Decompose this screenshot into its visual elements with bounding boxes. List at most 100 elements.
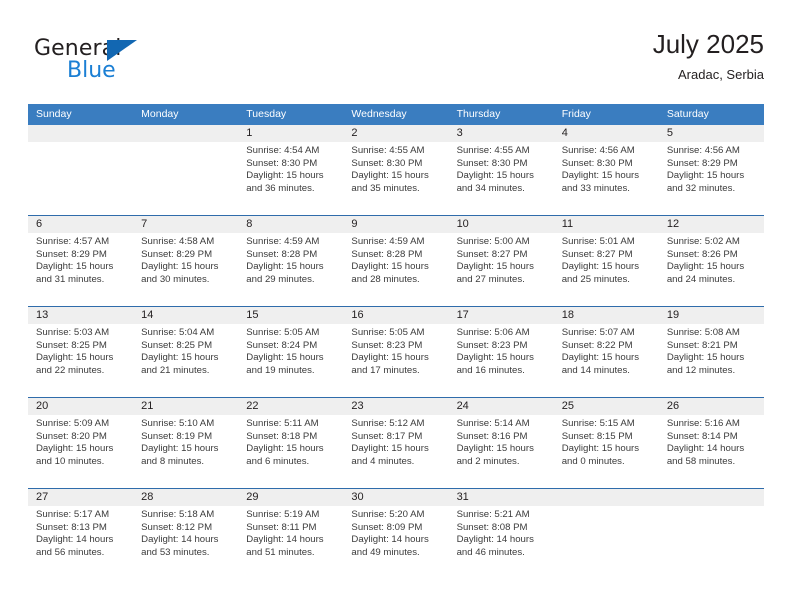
day-number: 15 (238, 307, 344, 324)
day-sun-info: Sunrise: 5:19 AM Sunset: 8:11 PM Daylight:… (238, 506, 343, 559)
day-cell[interactable]: 17 Sunrise: 5:06 AM Sunset: 8:23 PM Dayligh… (448, 307, 554, 397)
daylight-text-line1: Daylight: 15 hours (246, 352, 324, 364)
day-cell[interactable]: 13 Sunrise: 5:03 AM Sunset: 8:25 PM Dayligh… (28, 307, 134, 397)
day-cell[interactable]: 11 Sunrise: 5:01 AM Sunset: 8:27 PM Dayligh… (553, 216, 659, 306)
day-cell[interactable]: 8 Sunrise: 4:59 AM Sunset: 8:28 PM Daylight… (238, 216, 344, 306)
daylight-text-line2: and 0 minutes. (561, 455, 625, 467)
sunset-text: Sunset: 8:17 PM (351, 430, 423, 442)
daylight-text-line1: Daylight: 15 hours (561, 352, 640, 364)
calendar-body: 1 Sunrise: 4:54 AM Sunset: 8:30 PM Daylight… (28, 125, 764, 579)
day-sun-info: Sunrise: 4:57 AM Sunset: 8:29 PM Daylight:… (28, 233, 133, 286)
daylight-text-line2: and 21 minutes. (141, 364, 210, 376)
daylight-text-line1: Daylight: 15 hours (456, 443, 534, 455)
sunrise-text: Sunrise: 4:57 AM (36, 236, 110, 247)
day-number: 19 (658, 307, 764, 324)
daylight-text-line2: and 8 minutes. (141, 455, 205, 467)
day-cell[interactable]: 4 Sunrise: 4:56 AM Sunset: 8:30 PM Daylight… (553, 125, 659, 215)
day-cell[interactable]: 31 Sunrise: 5:21 AM Sunset: 8:08 PM Dayligh… (448, 489, 554, 579)
sunrise-text: Sunrise: 5:01 AM (561, 236, 635, 247)
daylight-text-line2: and 46 minutes. (456, 546, 525, 558)
daylight-text-line1: Daylight: 15 hours (456, 352, 534, 364)
day-cell[interactable]: 5 Sunrise: 4:56 AM Sunset: 8:29 PM Daylight… (658, 125, 764, 215)
sunset-text: Sunset: 8:11 PM (246, 521, 317, 533)
sunrise-text: Sunrise: 5:05 AM (351, 327, 425, 338)
daylight-text-line2: and 32 minutes. (666, 182, 736, 194)
day-sun-info: Sunrise: 5:02 AM Sunset: 8:26 PM Daylight:… (659, 233, 764, 286)
day-cell[interactable]: 30 Sunrise: 5:20 AM Sunset: 8:09 PM Dayligh… (343, 489, 449, 579)
sunset-text: Sunset: 8:19 PM (141, 430, 213, 442)
day-cell[interactable]: 9 Sunrise: 4:59 AM Sunset: 8:28 PM Daylight… (343, 216, 449, 306)
day-number: 11 (553, 216, 659, 233)
day-cell[interactable]: 20 Sunrise: 5:09 AM Sunset: 8:20 PM Dayligh… (28, 398, 134, 488)
weekday-header-sunday: Sunday (36, 108, 72, 120)
day-cell[interactable]: 19 Sunrise: 5:08 AM Sunset: 8:21 PM Dayligh… (658, 307, 764, 397)
day-cell[interactable]: 22 Sunrise: 5:11 AM Sunset: 8:18 PM Dayligh… (238, 398, 344, 488)
sunset-text: Sunset: 8:12 PM (141, 521, 213, 533)
daylight-text-line1: Daylight: 15 hours (36, 352, 114, 364)
day-sun-info: Sunrise: 5:04 AM Sunset: 8:25 PM Daylight:… (133, 324, 238, 377)
weekday-header-friday: Friday (561, 108, 591, 120)
day-cell[interactable]: 14 Sunrise: 5:04 AM Sunset: 8:25 PM Dayligh… (133, 307, 239, 397)
masthead: General Blue July 2025 Aradac, Serbia (28, 28, 764, 92)
day-cell[interactable]: 25 Sunrise: 5:15 AM Sunset: 8:15 PM Dayligh… (553, 398, 659, 488)
sunset-text: Sunset: 8:29 PM (666, 157, 738, 169)
day-number: 28 (133, 489, 239, 506)
day-cell[interactable]: 1 Sunrise: 4:54 AM Sunset: 8:30 PM Daylight… (238, 125, 344, 215)
day-cell[interactable]: 21 Sunrise: 5:10 AM Sunset: 8:19 PM Dayligh… (133, 398, 239, 488)
sunrise-text: Sunrise: 4:56 AM (561, 145, 635, 156)
day-sun-info: Sunrise: 5:03 AM Sunset: 8:25 PM Daylight:… (28, 324, 133, 377)
sunset-text: Sunset: 8:23 PM (351, 339, 423, 351)
day-cell[interactable]: 7 Sunrise: 4:58 AM Sunset: 8:29 PM Daylight… (133, 216, 239, 306)
day-sun-info: Sunrise: 5:11 AM Sunset: 8:18 PM Daylight:… (238, 415, 343, 468)
daylight-text-line1: Daylight: 15 hours (141, 352, 219, 364)
day-cell[interactable]: 24 Sunrise: 5:14 AM Sunset: 8:16 PM Dayligh… (448, 398, 554, 488)
weekday-header-row: Sunday Monday Tuesday Wednesday Thursday Frid… (28, 104, 764, 125)
day-cell[interactable]: 27 Sunrise: 5:17 AM Sunset: 8:13 PM Dayligh… (28, 489, 134, 579)
day-sun-info: Sunrise: 5:01 AM Sunset: 8:27 PM Daylight:… (554, 233, 659, 286)
sunset-text: Sunset: 8:26 PM (666, 248, 738, 260)
sunset-text: Sunset: 8:30 PM (561, 157, 633, 169)
daylight-text-line1: Daylight: 14 hours (246, 534, 324, 546)
daylight-text-line1: Daylight: 15 hours (351, 443, 429, 455)
day-cell[interactable]: 18 Sunrise: 5:07 AM Sunset: 8:22 PM Dayligh… (553, 307, 659, 397)
daylight-text-line2: and 14 minutes. (561, 364, 630, 376)
day-sun-info: Sunrise: 5:00 AM Sunset: 8:27 PM Daylight:… (449, 233, 554, 286)
daylight-text-line1: Daylight: 15 hours (246, 170, 324, 182)
sunset-text: Sunset: 8:14 PM (666, 430, 738, 442)
daylight-text-line2: and 17 minutes. (351, 364, 420, 376)
sunset-text: Sunset: 8:27 PM (456, 248, 528, 260)
day-cell[interactable]: 15 Sunrise: 5:05 AM Sunset: 8:24 PM Dayligh… (238, 307, 344, 397)
day-number: 6 (28, 216, 134, 233)
day-sun-info: Sunrise: 4:58 AM Sunset: 8:29 PM Daylight:… (133, 233, 238, 286)
daylight-text-line2: and 22 minutes. (36, 364, 105, 376)
daylight-text-line1: Daylight: 14 hours (666, 443, 745, 455)
daylight-text-line2: and 58 minutes. (666, 455, 736, 467)
sunrise-text: Sunrise: 5:02 AM (666, 236, 740, 247)
day-cell[interactable]: 2 Sunrise: 4:55 AM Sunset: 8:30 PM Daylight… (343, 125, 449, 215)
sunrise-text: Sunrise: 5:03 AM (36, 327, 110, 338)
sunrise-text: Sunrise: 5:15 AM (561, 418, 635, 429)
day-number: 27 (28, 489, 134, 506)
day-number: 16 (343, 307, 449, 324)
day-sun-info: Sunrise: 4:55 AM Sunset: 8:30 PM Daylight:… (343, 142, 448, 195)
day-cell[interactable]: 26 Sunrise: 5:16 AM Sunset: 8:14 PM Dayligh… (658, 398, 764, 488)
daylight-text-line2: and 31 minutes. (36, 273, 105, 285)
sunrise-text: Sunrise: 4:58 AM (141, 236, 215, 247)
day-cell[interactable]: 3 Sunrise: 4:55 AM Sunset: 8:30 PM Daylight… (448, 125, 554, 215)
day-cell[interactable]: 29 Sunrise: 5:19 AM Sunset: 8:11 PM Dayligh… (238, 489, 344, 579)
day-cell[interactable]: 23 Sunrise: 5:12 AM Sunset: 8:17 PM Dayligh… (343, 398, 449, 488)
day-cell[interactable]: 12 Sunrise: 5:02 AM Sunset: 8:26 PM Dayligh… (658, 216, 764, 306)
day-cell[interactable]: 6 Sunrise: 4:57 AM Sunset: 8:29 PM Daylight… (28, 216, 134, 306)
day-number: 24 (448, 398, 554, 415)
general-blue-logo[interactable]: General Blue (34, 36, 214, 88)
sunrise-text: Sunrise: 4:54 AM (246, 145, 320, 156)
day-cell[interactable]: 28 Sunrise: 5:18 AM Sunset: 8:12 PM Dayligh… (133, 489, 239, 579)
day-sun-info: Sunrise: 5:05 AM Sunset: 8:23 PM Daylight:… (343, 324, 448, 377)
day-cell[interactable]: 10 Sunrise: 5:00 AM Sunset: 8:27 PM Dayligh… (448, 216, 554, 306)
sunset-text: Sunset: 8:27 PM (561, 248, 633, 260)
daylight-text-line2: and 53 minutes. (141, 546, 210, 558)
daylight-text-line2: and 56 minutes. (36, 546, 105, 558)
day-cell[interactable]: 16 Sunrise: 5:05 AM Sunset: 8:23 PM Dayligh… (343, 307, 449, 397)
sunset-text: Sunset: 8:24 PM (246, 339, 318, 351)
daylight-text-line2: and 36 minutes. (246, 182, 315, 194)
